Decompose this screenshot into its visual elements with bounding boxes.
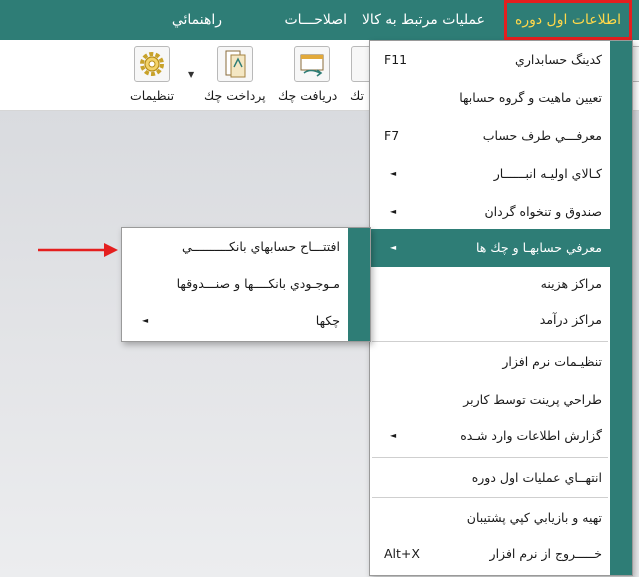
partial-label: تك xyxy=(350,88,365,103)
submenu-item-bank-cash-balances[interactable]: مـوجـودي بانكــــها و صنـــدوقها xyxy=(122,265,370,303)
submenu-item-checks[interactable]: چكها ◄ xyxy=(122,302,370,340)
initial-data-menu: كدينگ حسابداري F11 تعيين ماهيت و گروه حس… xyxy=(369,40,633,576)
toolbar-dropdown-caret[interactable]: ▼ xyxy=(188,70,194,79)
menu-item-accounting-coding[interactable]: كدينگ حسابداري F11 xyxy=(370,41,632,79)
menu-item-account-groups[interactable]: تعيين ماهيت و گروه حسابها xyxy=(370,79,632,117)
red-arrow-icon xyxy=(38,243,118,257)
menu-item-print-design[interactable]: طراحي پرينت توسط كاربر xyxy=(370,381,632,419)
menu-item-accounts-and-checks[interactable]: معرفي حسابهـا و چك ها ◄ xyxy=(370,229,632,267)
shortcut-label: Alt+X xyxy=(384,546,420,561)
pay-check-label: پرداخت چك xyxy=(204,88,266,103)
partial-icon xyxy=(351,46,370,82)
menu-item-exit[interactable]: خـــــروج از نرم افزار Alt+X xyxy=(370,535,632,573)
receive-check-label: دريافت چك xyxy=(278,88,338,103)
submenu-arrow-icon: ◄ xyxy=(390,431,397,440)
menu-corrections[interactable]: اصلاحـــات xyxy=(284,0,347,40)
submenu-arrow-icon: ◄ xyxy=(390,169,397,178)
menu-item-operations[interactable]: عمليات مرتبط به کالا xyxy=(362,0,485,40)
menu-item-counterparty[interactable]: معرفـــي طرف حساب F7 xyxy=(370,117,632,155)
menu-item-entered-data-report[interactable]: گزارش اطلاعات وارد شـده ◄ xyxy=(370,417,632,455)
menu-item-label: طراحي پرينت توسط كاربر xyxy=(463,392,602,407)
menu-help[interactable]: راهنمائي xyxy=(172,0,222,40)
menu-item-label: انتهــاي عمليات اول دوره xyxy=(471,470,602,485)
menu-item-software-settings[interactable]: تنظيـمات نرم افزار xyxy=(370,343,632,381)
menu-item-label: افتتـــاح حسابهاي بانكــــــــــي xyxy=(181,239,340,254)
menu-separator xyxy=(372,497,608,498)
menu-item-cost-centers[interactable]: مراكز هزينه xyxy=(370,265,632,303)
menu-item-label: كدينگ حسابداري xyxy=(515,52,602,67)
menu-initial-data[interactable]: اطلاعات اول دوره xyxy=(504,0,632,40)
menu-item-label: معرفي حسابهـا و چك ها xyxy=(475,240,602,255)
menu-item-label: گزارش اطلاعات وارد شـده xyxy=(460,428,602,443)
check-payment-icon xyxy=(217,46,253,82)
accounts-checks-submenu: افتتـــاح حسابهاي بانكــــــــــي مـوجـو… xyxy=(121,227,371,342)
menu-item-backup-restore[interactable]: تهيه و بازيابي كپي پشتيبان xyxy=(370,499,632,537)
menu-item-label: تهيه و بازيابي كپي پشتيبان xyxy=(466,510,602,525)
receive-check-button[interactable]: دريافت چك xyxy=(276,40,348,110)
shortcut-label: F7 xyxy=(384,128,400,143)
menu-item-label: خـــــروج از نرم افزار xyxy=(489,546,602,561)
menu-item-label: تعيين ماهيت و گروه حسابها xyxy=(459,90,602,105)
menu-item-end-initial-operations[interactable]: انتهــاي عمليات اول دوره xyxy=(370,459,632,497)
submenu-item-open-bank-accounts[interactable]: افتتـــاح حسابهاي بانكــــــــــي xyxy=(122,228,370,266)
menu-item-revenue-centers[interactable]: مراكز درآمد xyxy=(370,301,632,339)
settings-label: تنظيمات xyxy=(130,88,175,103)
settings-button[interactable]: تنظيمات xyxy=(126,40,182,110)
submenu-arrow-icon: ◄ xyxy=(390,207,397,216)
check-receive-icon xyxy=(294,46,330,82)
menu-item-label: چكها xyxy=(315,313,340,328)
menu-item-label: صندوق و تنخواه گردان xyxy=(484,204,602,219)
menu-separator xyxy=(372,457,608,458)
submenu-arrow-icon: ◄ xyxy=(390,243,397,252)
shortcut-label: F11 xyxy=(384,52,408,67)
menu-item-label: معرفـــي طرف حساب xyxy=(482,128,602,143)
menu-item-label: مراكز هزينه xyxy=(540,276,602,291)
submenu-arrow-icon: ◄ xyxy=(142,316,149,325)
pay-check-button[interactable]: پرداخت چك xyxy=(198,40,276,110)
menu-bar: اطلاعات اول دوره عمليات مرتبط به کالا اص… xyxy=(0,0,639,40)
menu-item-label: مراكز درآمد xyxy=(539,312,602,327)
menu-item-cash-fund[interactable]: صندوق و تنخواه گردان ◄ xyxy=(370,193,632,231)
menu-item-opening-inventory[interactable]: كـالاي اوليـه انبــــــار ◄ xyxy=(370,155,632,193)
menu-item-label: مـوجـودي بانكــــها و صنـــدوقها xyxy=(176,276,340,291)
partial-toolbar-button[interactable]: تك xyxy=(348,40,370,110)
menu-separator xyxy=(372,341,608,342)
menu-item-label: كـالاي اوليـه انبــــــار xyxy=(493,166,602,181)
gear-icon xyxy=(134,46,170,82)
menu-item-label: تنظيـمات نرم افزار xyxy=(502,354,602,369)
